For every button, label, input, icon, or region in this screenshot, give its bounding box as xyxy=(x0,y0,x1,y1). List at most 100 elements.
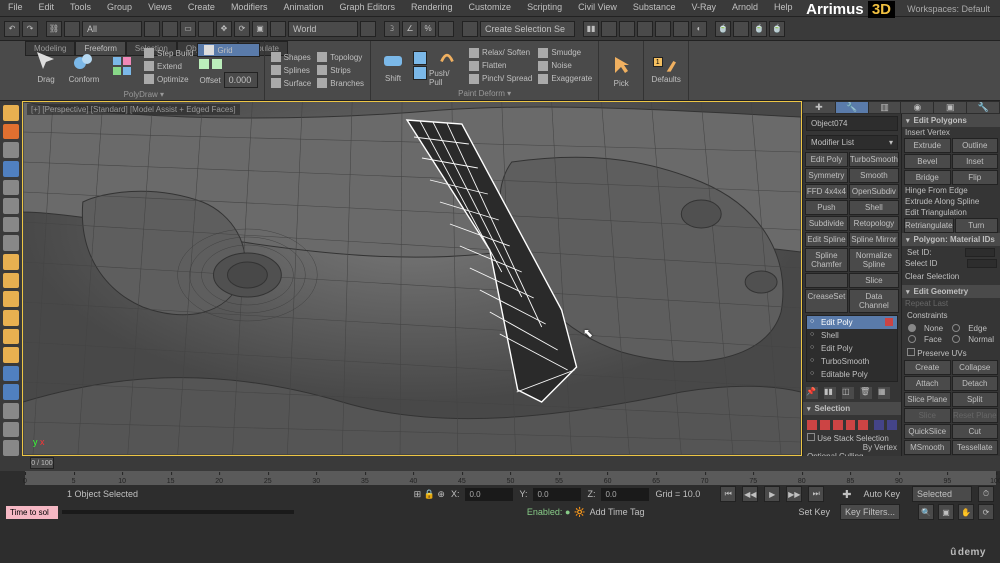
spline-chamfer-mod-button[interactable]: Spline Chamfer xyxy=(805,248,848,272)
lt-icon-8[interactable] xyxy=(3,235,19,251)
insert-vertex-button[interactable]: Insert Vertex xyxy=(905,128,997,137)
menu-animation[interactable]: Animation xyxy=(275,0,331,16)
perspective-viewport[interactable]: [+] [Perspective] [Standard] [Model Assi… xyxy=(22,101,802,456)
quickslice-button[interactable]: QuickSlice xyxy=(904,424,951,439)
bevel-button[interactable]: Bevel xyxy=(904,154,951,169)
slice-button[interactable]: Slice xyxy=(904,408,951,423)
render-frame-button[interactable] xyxy=(733,21,749,37)
stack-item-turbosmooth[interactable]: TurboSmooth xyxy=(807,355,897,368)
cut-button[interactable]: Cut xyxy=(952,424,999,439)
placement-button[interactable] xyxy=(270,21,286,37)
stack-item-shell[interactable]: Shell xyxy=(807,329,897,342)
menu-tools[interactable]: Tools xyxy=(62,0,99,16)
preserve-uvs-checkbox[interactable] xyxy=(907,348,915,356)
lt-icon-15[interactable] xyxy=(3,366,19,382)
render-setup-button[interactable]: 🍵 xyxy=(715,21,731,37)
named-sel-button[interactable] xyxy=(462,21,478,37)
orbit-button[interactable]: ⟳ xyxy=(978,504,994,520)
lt-icon-6[interactable] xyxy=(3,198,19,214)
goto-start-button[interactable]: ⏮ xyxy=(720,486,736,502)
menu-arnold[interactable]: Arnold xyxy=(724,0,766,16)
remove-modifier-button[interactable]: 🗑 xyxy=(860,387,872,399)
lt-icon-18[interactable] xyxy=(3,422,19,438)
polygon-subobj-button[interactable] xyxy=(846,420,856,430)
symmetry-mod-button[interactable]: Symmetry xyxy=(805,168,848,183)
surface-button[interactable]: Surface xyxy=(269,77,314,89)
use-stack-selection-checkbox[interactable] xyxy=(807,433,815,441)
shell-mod-button[interactable]: Shell xyxy=(849,200,899,215)
outline-button[interactable]: Outline xyxy=(952,138,999,153)
mirror-button[interactable]: ▮▮ xyxy=(583,21,599,37)
pp-smudge-button[interactable]: Smudge xyxy=(536,47,594,59)
menu-edit[interactable]: Edit xyxy=(31,0,63,16)
lt-icon-4[interactable] xyxy=(3,161,19,177)
maxscript-mini-listener[interactable]: Time to sol xyxy=(6,506,58,519)
ffd-4x4x4-mod-button[interactable]: FFD 4x4x4 xyxy=(805,184,848,199)
modifier-list-dropdown[interactable]: Modifier List▾ xyxy=(806,135,898,150)
strips-button[interactable]: Strips xyxy=(315,64,366,76)
menu-v-ray[interactable]: V-Ray xyxy=(683,0,724,16)
make-unique-button[interactable]: ◫ xyxy=(842,387,854,399)
msmooth-button[interactable]: MSmooth xyxy=(904,440,951,455)
extend-button[interactable]: Extend xyxy=(142,60,195,72)
data-channel-mod-button[interactable]: Data Channel xyxy=(849,289,899,313)
layer-explorer-button[interactable] xyxy=(619,21,635,37)
border-subobj-button[interactable] xyxy=(833,420,843,430)
spline-mirror-mod-button[interactable]: Spline Mirror xyxy=(849,232,899,247)
vertex-subobj-button[interactable] xyxy=(807,420,817,430)
pick-button[interactable]: Pick xyxy=(603,50,639,92)
conform-options[interactable] xyxy=(104,45,140,87)
key-filters-button[interactable]: Key Filters... xyxy=(840,504,900,520)
inset-button[interactable]: Inset xyxy=(952,154,999,169)
select-button[interactable] xyxy=(144,21,160,37)
move-button[interactable]: ✥ xyxy=(216,21,232,37)
conform-tool-button[interactable]: Conform xyxy=(66,45,102,87)
window-crossing-button[interactable] xyxy=(198,21,214,37)
creaseset-mod-button[interactable]: CreaseSet xyxy=(805,289,848,313)
polydraw-group-label[interactable]: PolyDraw ▾ xyxy=(28,89,260,99)
edge-subobj-button[interactable] xyxy=(820,420,830,430)
lt-icon-10[interactable] xyxy=(3,273,19,289)
render-prod-button[interactable]: 🍵 xyxy=(769,21,785,37)
time-scrubber[interactable]: 0 / 100 xyxy=(30,457,54,469)
unlink-button[interactable] xyxy=(64,21,80,37)
select-name-button[interactable] xyxy=(162,21,178,37)
create-tab[interactable]: ✚ xyxy=(803,102,835,113)
bridge-button[interactable]: Bridge xyxy=(904,170,951,185)
sel-opt-2[interactable] xyxy=(887,420,897,430)
pin-stack-button[interactable]: 📌 xyxy=(806,387,818,399)
next-frame-button[interactable]: ▶▶ xyxy=(786,486,802,502)
x-coord-field[interactable]: 0.0 xyxy=(465,488,513,501)
lt-icon-1[interactable] xyxy=(3,105,19,121)
step-build-button[interactable]: Step Build xyxy=(142,47,195,59)
push-pull-button[interactable]: Push/ Pull xyxy=(429,45,465,87)
zoom-button[interactable]: 🔍 xyxy=(918,504,934,520)
configure-button[interactable]: ▦ xyxy=(878,387,890,399)
retriangulate-button[interactable]: Retriangulate xyxy=(904,218,954,233)
pan-button[interactable]: ✋ xyxy=(958,504,974,520)
prev-frame-button[interactable]: ◀◀ xyxy=(742,486,758,502)
hierarchy-tab[interactable]: ▥ xyxy=(869,102,901,113)
menu-civil-view[interactable]: Civil View xyxy=(570,0,625,16)
z-coord-field[interactable]: 0.0 xyxy=(601,488,649,501)
constraint-none-radio[interactable] xyxy=(908,324,916,332)
menu-group[interactable]: Group xyxy=(99,0,140,16)
named-sel-dropdown[interactable]: Create Selection Se xyxy=(480,21,575,37)
toggle-ribbon-button[interactable] xyxy=(637,21,653,37)
subdivide-mod-button[interactable]: Subdivide xyxy=(805,216,848,231)
splines-button[interactable]: Splines xyxy=(269,64,314,76)
pp-exaggerate-button[interactable]: Exaggerate xyxy=(536,73,594,85)
extrude-button[interactable]: Extrude xyxy=(904,138,951,153)
detach-button[interactable]: Detach xyxy=(952,376,999,391)
pp-flatten-button[interactable]: Flatten xyxy=(467,60,534,72)
menu-customize[interactable]: Customize xyxy=(461,0,520,16)
spinner-snap-button[interactable] xyxy=(438,21,454,37)
drag-tool-button[interactable]: Drag xyxy=(28,45,64,87)
lt-icon-17[interactable] xyxy=(3,403,19,419)
menu-views[interactable]: Views xyxy=(140,0,180,16)
lt-icon-12[interactable] xyxy=(3,310,19,326)
split-button[interactable]: Split xyxy=(952,392,999,407)
lt-icon-14[interactable] xyxy=(3,347,19,363)
set-key-button[interactable]: Set Key xyxy=(792,505,836,519)
branches-button[interactable]: Branches xyxy=(315,77,366,89)
